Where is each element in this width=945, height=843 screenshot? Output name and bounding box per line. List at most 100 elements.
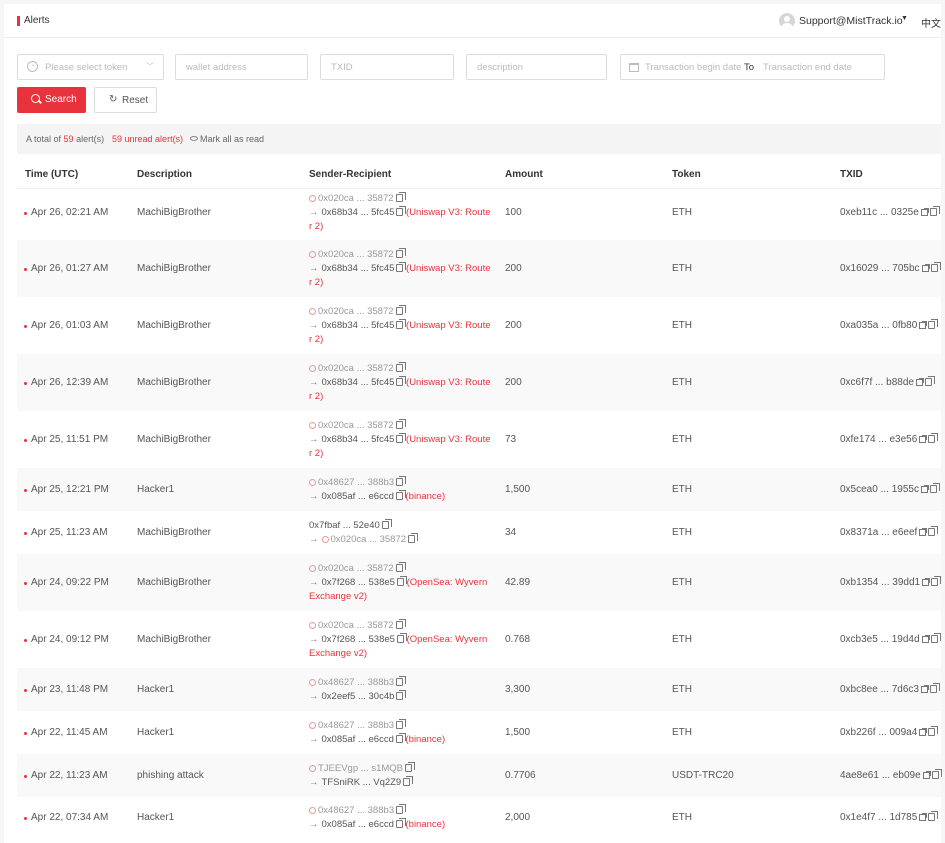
copy-icon[interactable]: [405, 762, 415, 772]
table-row[interactable]: Apr 26, 12:39 AM MachiBigBrother 0x020ca .…: [17, 354, 941, 411]
table-row[interactable]: Apr 22, 11:23 AM phishing attack TJEEVgp .…: [17, 754, 942, 797]
sender-address[interactable]: 0x48627 ... 388b3: [318, 477, 394, 488]
copy-icon[interactable]: [931, 576, 942, 586]
txid-value[interactable]: 0xb226f ... 009a4: [840, 727, 917, 738]
table-row[interactable]: Apr 26, 01:27 AM MachiBigBrother 0x020ca .…: [17, 240, 941, 297]
recipient-address[interactable]: 0x7f268 ... 538e5: [322, 634, 395, 645]
sender-address[interactable]: 0x7fbaf ... 52e40: [309, 520, 380, 531]
recipient-address[interactable]: 0x020ca ... 35872: [331, 534, 407, 545]
external-link-icon[interactable]: [922, 578, 931, 586]
copy-icon[interactable]: [930, 633, 941, 643]
copy-icon[interactable]: [396, 576, 407, 586]
table-row[interactable]: Apr 24, 09:22 PM MachiBigBrother 0x020ca .…: [17, 554, 942, 611]
recipient-address[interactable]: 0x085af ... e6ccd: [322, 734, 394, 745]
external-link-icon[interactable]: [920, 208, 929, 216]
copy-icon[interactable]: [928, 319, 939, 329]
txid-value[interactable]: 0xb1354 ... 39dd1: [840, 577, 920, 588]
recipient-address[interactable]: 0x68b34 ... 5fc45: [322, 207, 395, 218]
external-link-icon[interactable]: [919, 435, 928, 443]
copy-icon[interactable]: [924, 376, 935, 386]
copy-icon[interactable]: [408, 533, 419, 543]
date-range-picker[interactable]: Transaction begin date To Transaction en…: [620, 54, 885, 80]
external-link-icon[interactable]: [915, 378, 924, 386]
external-link-icon[interactable]: [919, 321, 928, 329]
table-row[interactable]: Apr 26, 02:21 AM MachiBigBrother 0x020ca .…: [17, 185, 941, 240]
copy-icon[interactable]: [396, 633, 407, 643]
sender-address[interactable]: 0x48627 ... 388b3: [318, 677, 394, 688]
recipient-address[interactable]: 0x68b34 ... 5fc45: [322, 263, 395, 274]
date-end-input[interactable]: Transaction end date: [763, 62, 852, 73]
recipient-address[interactable]: 0x085af ... e6ccd: [322, 819, 394, 830]
txid-value[interactable]: 0xc6f7f ... b88de: [840, 377, 914, 388]
table-row[interactable]: Apr 22, 07:34 AM Hacker1 0x48627 ... 388b3…: [17, 797, 941, 839]
external-link-icon[interactable]: [921, 635, 930, 643]
table-row[interactable]: Apr 24, 09:12 PM MachiBigBrother 0x020ca .…: [17, 611, 941, 668]
copy-icon[interactable]: [928, 726, 939, 736]
copy-icon[interactable]: [396, 319, 407, 329]
txid-value[interactable]: 0x5cea0 ... 1955c: [840, 484, 919, 495]
copy-icon[interactable]: [396, 804, 407, 814]
copy-icon[interactable]: [929, 483, 940, 493]
copy-icon[interactable]: [395, 619, 406, 629]
copy-icon[interactable]: [395, 562, 406, 572]
sender-address[interactable]: 0x48627 ... 388b3: [318, 805, 394, 816]
external-link-icon[interactable]: [919, 528, 928, 536]
txid-value[interactable]: 0xa035a ... 0fb80: [840, 320, 917, 331]
txid-value[interactable]: 0xfe174 ... e3e56: [840, 434, 917, 445]
sender-address[interactable]: 0x020ca ... 35872: [318, 563, 394, 574]
caret-down-icon[interactable]: ▼: [901, 15, 908, 22]
recipient-address[interactable]: 0x68b34 ... 5fc45: [322, 377, 395, 388]
table-row[interactable]: Apr 25, 11:23 AM MachiBigBrother 0x7fbaf .…: [17, 511, 941, 554]
table-row[interactable]: Apr 22, 11:45 AM Hacker1 0x48627 ... 388b3…: [17, 711, 941, 754]
txid-value[interactable]: 0x8371a ... e6eef: [840, 527, 917, 538]
external-link-icon[interactable]: [919, 813, 928, 821]
external-link-icon[interactable]: [920, 685, 929, 693]
external-link-icon[interactable]: [920, 485, 929, 493]
external-link-icon[interactable]: [921, 264, 930, 272]
copy-icon[interactable]: [396, 262, 407, 272]
wallet-address-input[interactable]: wallet address: [175, 54, 308, 80]
user-menu[interactable]: Support@MistTrack.io: [799, 15, 903, 27]
language-switch[interactable]: 中文: [921, 15, 941, 30]
copy-icon[interactable]: [928, 433, 939, 443]
copy-icon[interactable]: [929, 683, 940, 693]
sender-address[interactable]: TJEEVgp ... s1MQB: [318, 763, 403, 774]
copy-icon[interactable]: [930, 262, 941, 272]
recipient-address[interactable]: 0x7f268 ... 538e5: [322, 577, 395, 588]
copy-icon[interactable]: [928, 811, 939, 821]
reset-button[interactable]: ↻ Reset: [94, 87, 157, 113]
external-link-icon[interactable]: [922, 771, 931, 779]
description-input[interactable]: description: [466, 54, 607, 80]
copy-icon[interactable]: [396, 433, 407, 443]
recipient-address[interactable]: 0x68b34 ... 5fc45: [322, 434, 395, 445]
copy-icon[interactable]: [395, 419, 406, 429]
date-begin-input[interactable]: Transaction begin date: [645, 62, 741, 73]
table-row[interactable]: Apr 23, 11:48 PM Hacker1 0x48627 ... 388b3…: [17, 668, 941, 711]
copy-icon[interactable]: [928, 526, 939, 536]
copy-icon[interactable]: [931, 769, 942, 779]
sender-address[interactable]: 0x020ca ... 35872: [318, 249, 394, 260]
table-row[interactable]: Apr 26, 01:03 AM MachiBigBrother 0x020ca .…: [17, 297, 941, 354]
copy-icon[interactable]: [396, 376, 407, 386]
external-link-icon[interactable]: [919, 728, 928, 736]
copy-icon[interactable]: [395, 192, 406, 202]
mark-all-read-link[interactable]: Mark all as read: [190, 134, 264, 144]
copy-icon[interactable]: [396, 690, 407, 700]
txid-value[interactable]: 0x1e4f7 ... 1d785: [840, 812, 917, 823]
search-button[interactable]: Search: [17, 87, 86, 113]
copy-icon[interactable]: [395, 362, 406, 372]
token-select[interactable]: ◔ Please select token ﹀: [17, 54, 164, 80]
txid-value[interactable]: 0xcb3e5 ... 19d4d: [840, 634, 920, 645]
copy-icon[interactable]: [395, 490, 406, 500]
recipient-address[interactable]: 0x085af ... e6ccd: [322, 491, 394, 502]
txid-value[interactable]: 0xeb11c ... 0325e: [840, 207, 919, 218]
txid-value[interactable]: 0xbc8ee ... 7d6c3: [840, 684, 919, 695]
sender-address[interactable]: 0x020ca ... 35872: [318, 420, 394, 431]
sender-address[interactable]: 0x020ca ... 35872: [318, 620, 394, 631]
copy-icon[interactable]: [395, 248, 406, 258]
copy-icon[interactable]: [396, 676, 407, 686]
sender-address[interactable]: 0x020ca ... 35872: [318, 193, 394, 204]
txid-value[interactable]: 0x16029 ... 705bc: [840, 263, 920, 274]
copy-icon[interactable]: [396, 719, 407, 729]
copy-icon[interactable]: [929, 206, 940, 216]
